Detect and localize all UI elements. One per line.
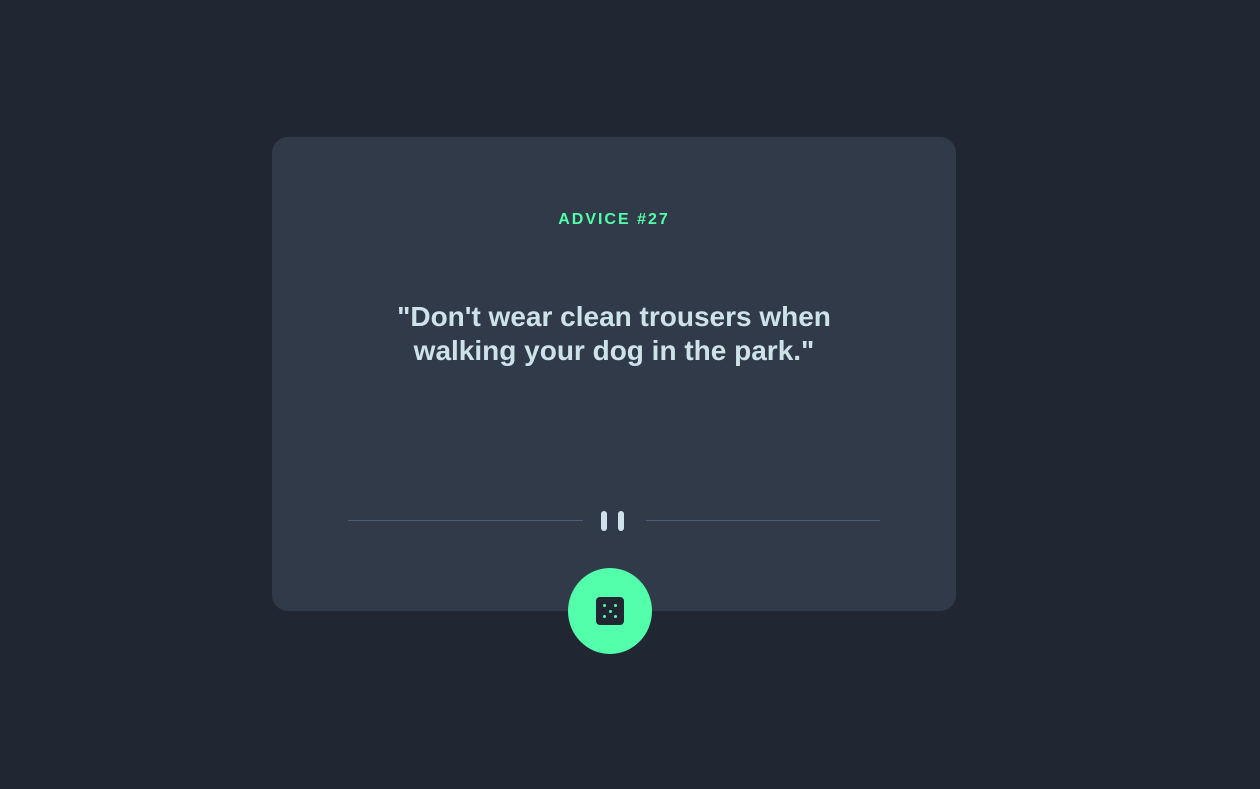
divider-line-right [646, 520, 880, 521]
advice-quote: "Don't wear clean trousers when walking … [397, 301, 831, 366]
new-advice-button[interactable] [568, 568, 652, 654]
divider [348, 509, 880, 533]
divider-line-left [348, 520, 583, 521]
page: ADVICE #27 "Don't wear clean trousers wh… [0, 0, 1260, 789]
advice-card: ADVICE #27 "Don't wear clean trousers wh… [272, 137, 956, 611]
advice-number: ADVICE #27 [558, 211, 670, 228]
dice-icon [596, 597, 624, 625]
pause-icon [601, 511, 627, 531]
